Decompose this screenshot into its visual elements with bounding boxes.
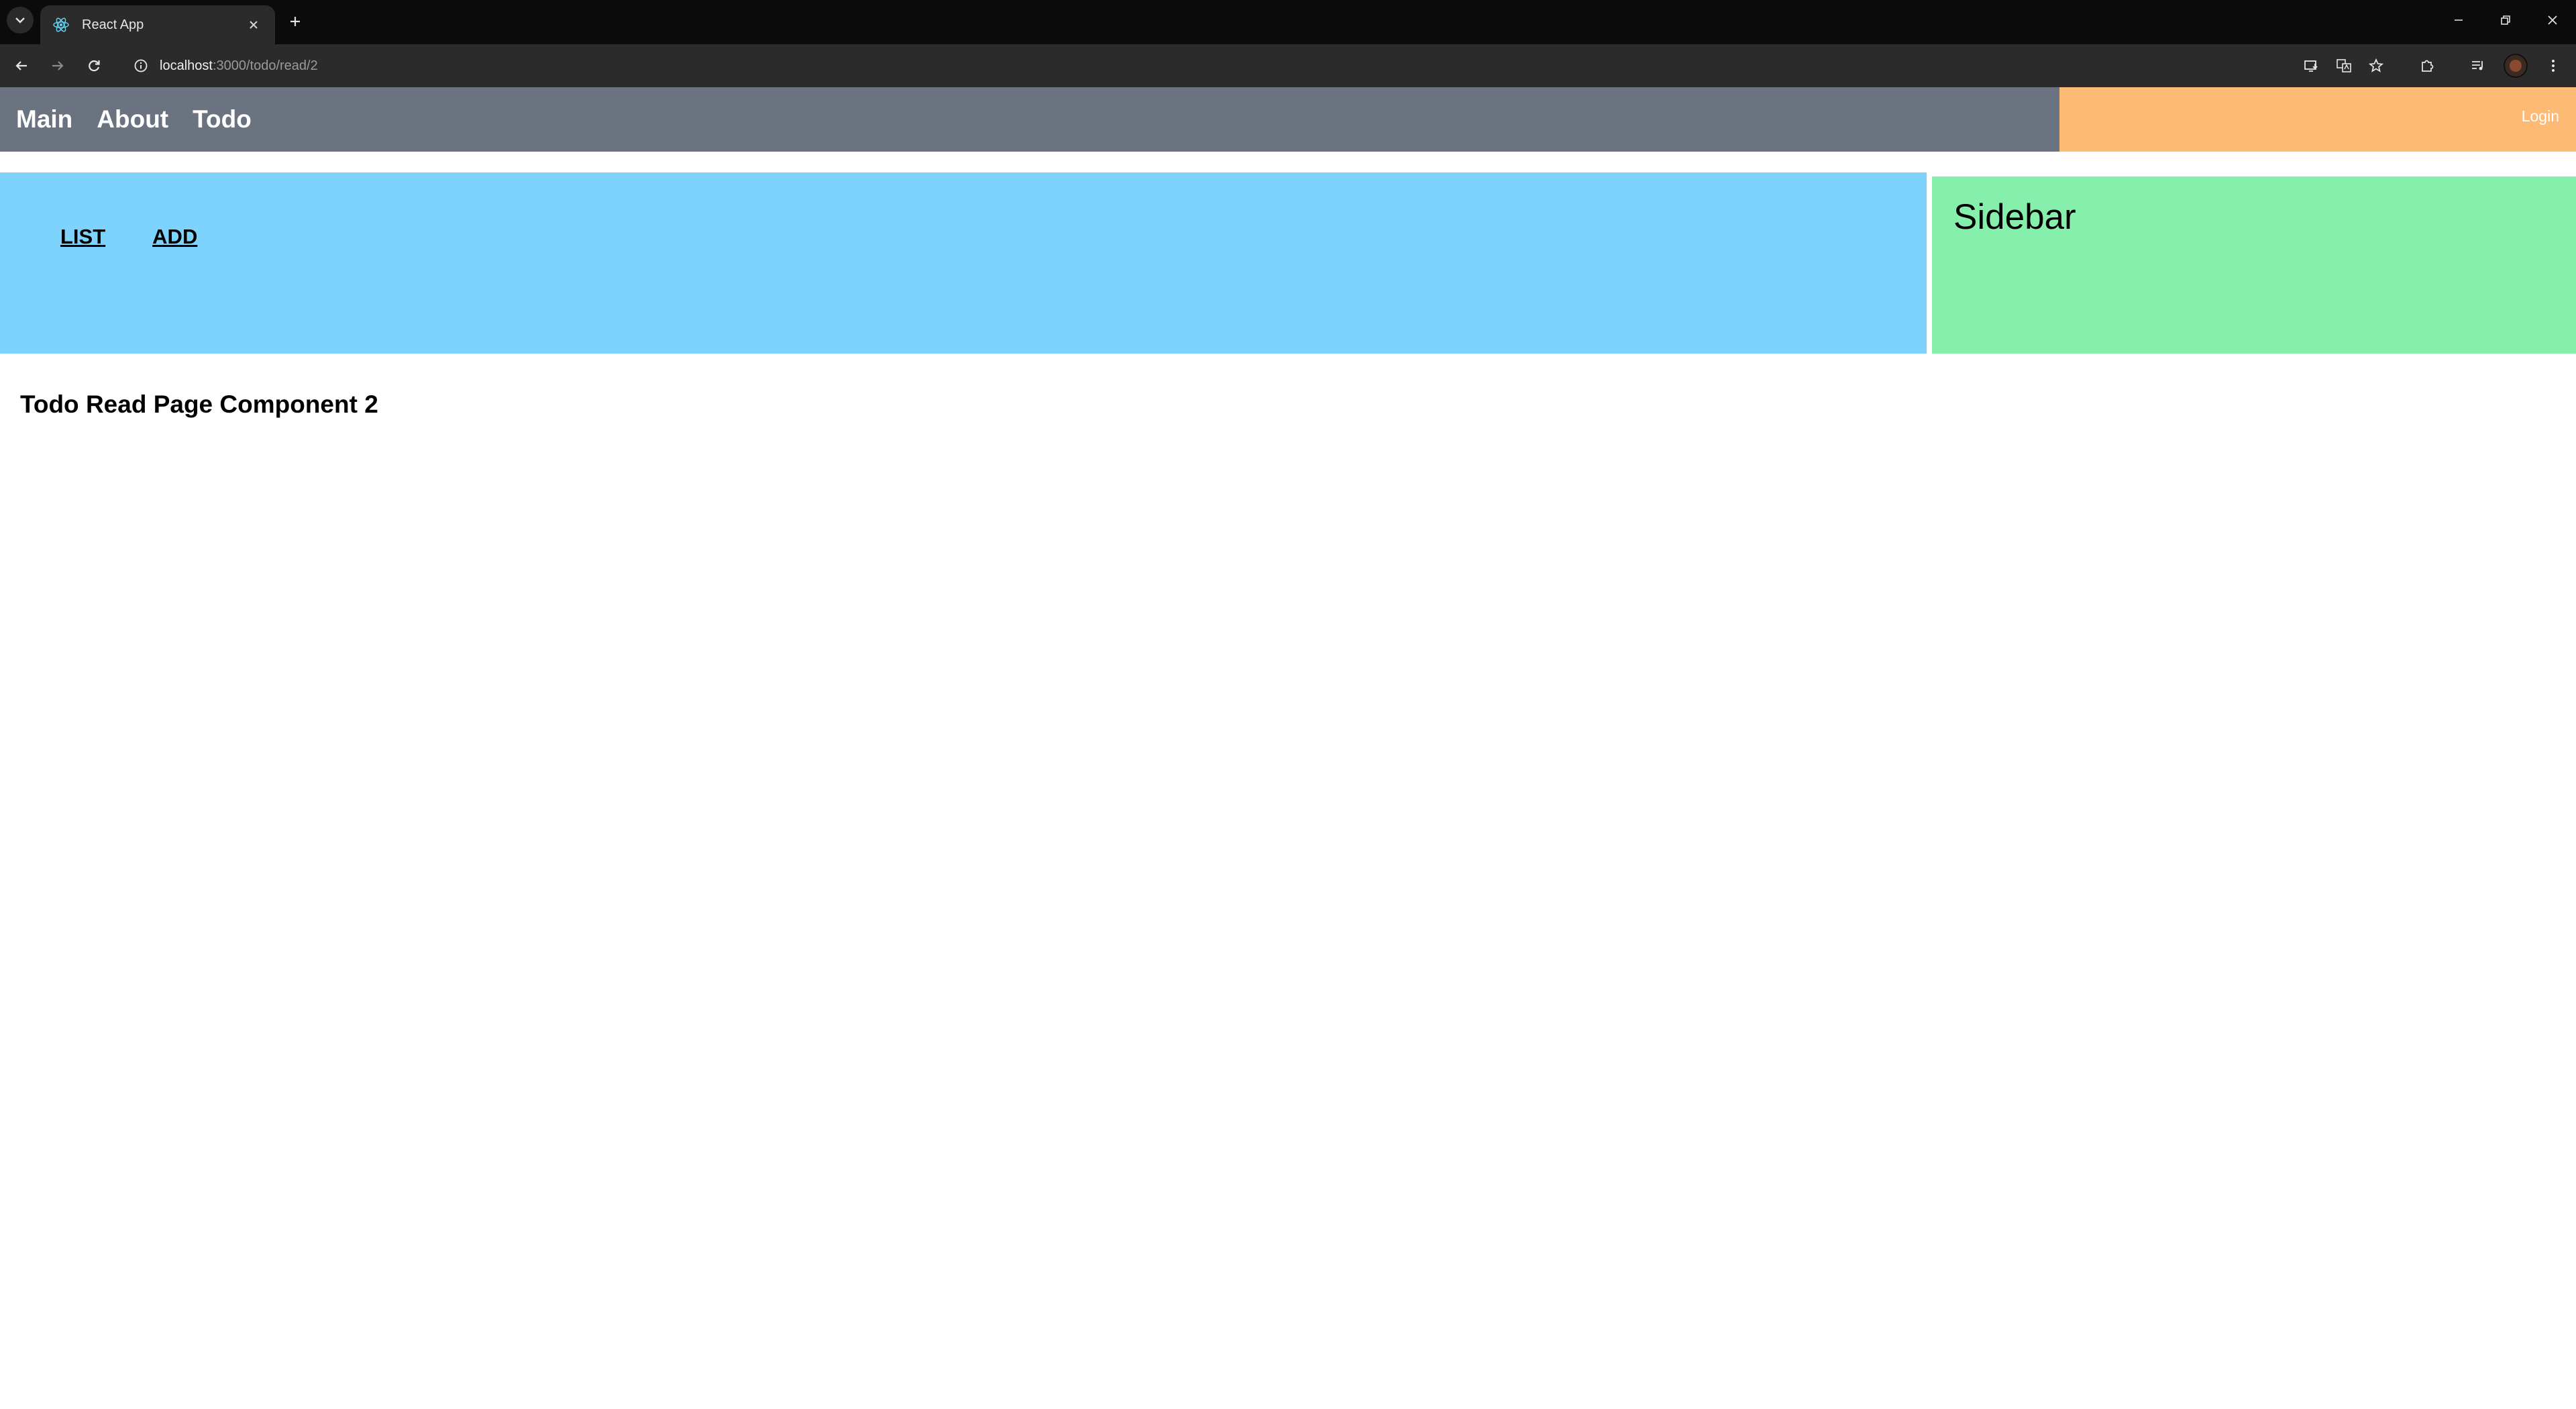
page-content: Main About Todo Login LIST ADD Todo Read… <box>0 87 2576 1409</box>
translate-icon <box>2337 59 2351 72</box>
new-tab-button[interactable] <box>282 8 309 35</box>
sidebar: Sidebar <box>1932 176 2576 354</box>
main-nav: Main About Todo <box>0 87 2059 152</box>
forward-button[interactable] <box>44 52 71 79</box>
kebab-menu-icon <box>2552 60 2555 72</box>
address-bar[interactable]: localhost:3000/todo/read/2 <box>121 51 2274 81</box>
login-link[interactable]: Login <box>2522 107 2559 125</box>
chevron-down-icon <box>15 17 25 23</box>
react-icon <box>53 17 69 32</box>
tab-search-button[interactable] <box>7 7 34 34</box>
nav-link-todo[interactable]: Todo <box>193 105 252 134</box>
todo-submenu: LIST ADD <box>60 225 244 249</box>
extensions-button[interactable] <box>2414 52 2440 79</box>
plus-icon <box>290 17 300 26</box>
bookmark-button[interactable] <box>2363 52 2390 79</box>
window-controls <box>2435 0 2576 40</box>
minimize-button[interactable] <box>2435 0 2482 40</box>
arrow-left-icon <box>15 61 27 70</box>
star-icon <box>2368 58 2384 72</box>
browser-toolbar: localhost:3000/todo/read/2 <box>0 44 2576 87</box>
browser-menu-button[interactable] <box>2540 52 2567 79</box>
nav-link-about[interactable]: About <box>97 105 168 134</box>
install-app-button[interactable] <box>2298 52 2325 79</box>
profile-avatar[interactable] <box>2504 54 2528 78</box>
minimize-icon <box>2455 19 2463 21</box>
arrow-right-icon <box>52 61 64 70</box>
list-link[interactable]: LIST <box>60 225 105 249</box>
site-info-button[interactable] <box>130 55 152 76</box>
sidebar-title: Sidebar <box>1953 197 2076 237</box>
url-host: localhost <box>160 58 213 73</box>
media-controls-icon <box>2472 61 2483 70</box>
close-window-button[interactable] <box>2529 0 2576 40</box>
reload-button[interactable] <box>80 52 107 79</box>
avatar <box>2510 60 2522 72</box>
info-icon <box>134 59 148 72</box>
browser-tab[interactable]: React App <box>40 5 275 44</box>
login-area: Login <box>2059 87 2576 152</box>
reload-icon <box>89 60 100 72</box>
install-app-icon <box>2304 60 2318 72</box>
tab-close-button[interactable] <box>244 15 263 34</box>
todo-read-box: Todo Read Page Component 2 <box>19 388 1909 420</box>
back-button[interactable] <box>8 52 35 79</box>
nav-link-main[interactable]: Main <box>16 105 72 134</box>
puzzle-icon <box>2422 60 2434 72</box>
restore-icon <box>2501 15 2510 25</box>
close-icon <box>2548 15 2557 25</box>
tab-strip: React App <box>0 0 2576 44</box>
close-icon <box>250 21 258 29</box>
restore-button[interactable] <box>2482 0 2529 40</box>
page-title: Todo Read Page Component 2 <box>20 390 378 418</box>
media-controls-button[interactable] <box>2465 52 2491 79</box>
main-content: LIST ADD Todo Read Page Component 2 <box>0 172 1927 420</box>
translate-button[interactable] <box>2330 52 2357 79</box>
add-link[interactable]: ADD <box>152 225 197 249</box>
tab-title: React App <box>82 17 144 32</box>
url-path: :3000/todo/read/2 <box>212 58 318 73</box>
